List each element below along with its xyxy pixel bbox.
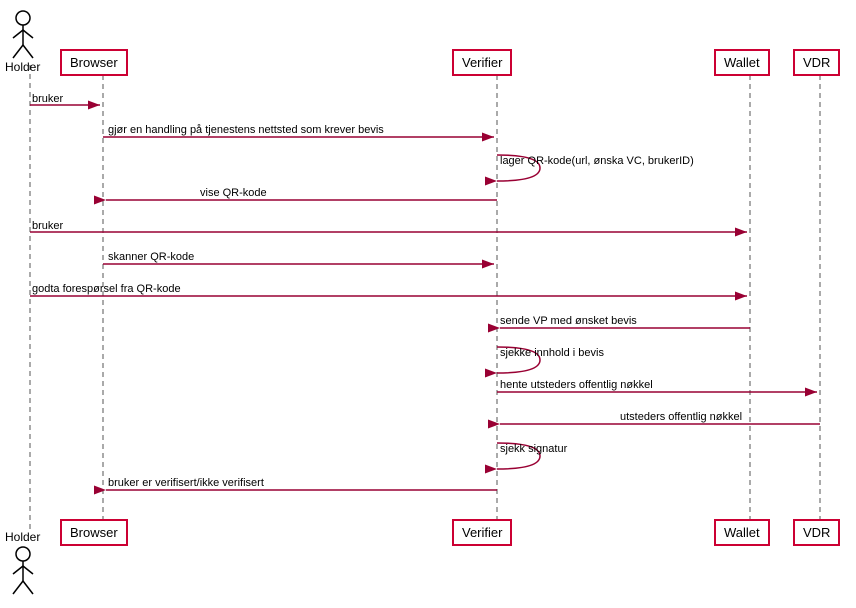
msg-m13: bruker er verifisert/ikke verifisert	[108, 477, 264, 489]
msg-m10: hente utsteders offentlig nøkkel	[500, 379, 653, 391]
vdr-top-box: VDR	[793, 49, 840, 76]
verifier-bot-box: Verifier	[452, 519, 512, 546]
holder-top-figure: Holder	[5, 10, 40, 74]
msg-m6: skanner QR-kode	[108, 251, 194, 263]
wallet-bot-box: Wallet	[714, 519, 770, 546]
browser-bot-box: Browser	[60, 519, 128, 546]
msg-m9: sjekke innhold i bevis	[500, 347, 604, 359]
holder-bot-figure: Holder	[5, 530, 40, 596]
msg-m11: utsteders offentlig nøkkel	[620, 411, 742, 423]
msg-m1: bruker	[32, 93, 63, 105]
msg-m8: sende VP med ønsket bevis	[500, 315, 637, 327]
msg-m5: bruker	[32, 220, 63, 232]
verifier-top-box: Verifier	[452, 49, 512, 76]
holder-bot-label: Holder	[5, 530, 40, 544]
vdr-bot-box: VDR	[793, 519, 840, 546]
wallet-top-box: Wallet	[714, 49, 770, 76]
msg-m7: godta forespørsel fra QR-kode	[32, 283, 181, 295]
sequence-diagram: Holder Browser Verifier Wallet VDR bruke…	[0, 0, 856, 608]
holder-top-label: Holder	[5, 60, 40, 74]
browser-top-box: Browser	[60, 49, 128, 76]
msg-m2: gjør en handling på tjenestens nettsted …	[108, 124, 384, 136]
msg-m4: vise QR-kode	[200, 187, 267, 199]
msg-m3: lager QR-kode(url, ønska VC, brukerID)	[500, 155, 694, 167]
msg-m12: sjekk signatur	[500, 443, 567, 455]
